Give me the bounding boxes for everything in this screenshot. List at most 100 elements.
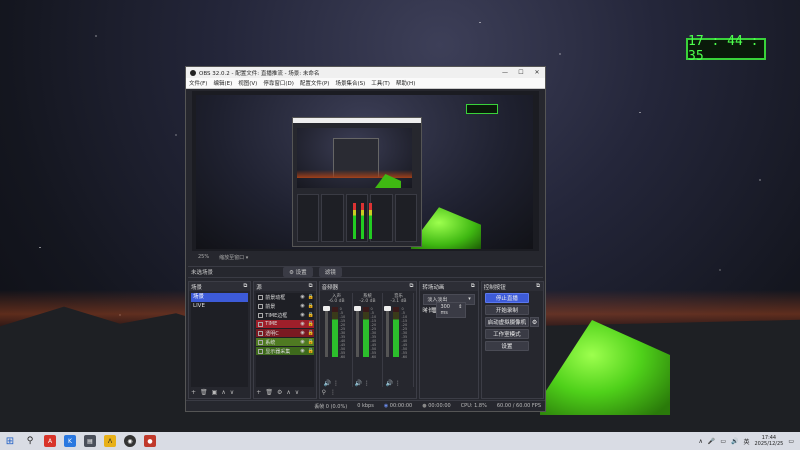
close-button[interactable]: ✕ <box>529 69 545 76</box>
start-button[interactable]: ⊞ <box>0 432 20 450</box>
menu-file[interactable]: 文件(F) <box>189 79 207 87</box>
visibility-eye-icon[interactable]: ◉ <box>300 339 306 345</box>
source-item[interactable]: 前景动框 ◉ 🔒 <box>256 293 314 301</box>
volume-fader[interactable] <box>355 307 359 357</box>
mixer-menu-icon[interactable]: ⋮ <box>330 389 336 396</box>
search-icon[interactable]: ⚲ <box>20 432 40 450</box>
taskbar: ⊞ ⚲ A K ▤ Λ ◉ ● ∧ 🎤 ▭ 🔊 英 17:44 2025/12/… <box>0 432 800 450</box>
settings-button[interactable]: 设置 <box>484 341 530 351</box>
remove-scene-button[interactable]: 🗑 <box>200 389 208 396</box>
taskbar-app-file-icon[interactable]: ▤ <box>80 432 100 450</box>
source-properties-button[interactable]: ⚙ <box>277 389 282 396</box>
visibility-eye-icon[interactable]: ◉ <box>300 330 306 336</box>
taskbar-app-acrobat-icon[interactable]: A <box>40 432 60 450</box>
visibility-eye-icon[interactable]: ◉ <box>300 348 306 354</box>
fader-knob[interactable] <box>384 306 392 311</box>
scene-filters-button[interactable]: ▣ <box>212 389 218 396</box>
mixer-link-icon[interactable]: ⚲ <box>322 389 326 396</box>
filters-button[interactable]: 滤镜 <box>318 267 342 277</box>
channel-menu-icon[interactable]: ⋮ <box>395 380 401 387</box>
dock-popout-icon[interactable]: ⧉ <box>409 283 413 290</box>
channel-menu-icon[interactable]: ⋮ <box>364 380 370 387</box>
lock-icon[interactable]: 🔒 <box>308 330 314 336</box>
visibility-eye-icon[interactable]: ◉ <box>300 303 306 309</box>
source-item[interactable]: TIME ◉ 🔒 <box>256 320 314 328</box>
fader-knob[interactable] <box>322 306 330 311</box>
start-recording-button[interactable]: 开始录制 <box>484 305 530 315</box>
network-icon[interactable]: ▭ <box>720 438 726 445</box>
duration-input[interactable]: 300 ms ⇕ <box>436 302 467 318</box>
preview-area[interactable] <box>192 91 539 251</box>
add-scene-button[interactable]: + <box>191 389 196 396</box>
minimize-button[interactable]: — <box>497 69 513 76</box>
volume-fader[interactable] <box>324 307 328 357</box>
volume-icon[interactable]: 🔊 <box>731 438 738 445</box>
source-item[interactable]: 前景 ◉ 🔒 <box>256 302 314 310</box>
remove-source-button[interactable]: 🗑 <box>265 389 273 396</box>
start-virtual-camera-button[interactable]: 启动虚拟摄像机 ⚙ <box>484 317 540 327</box>
taskbar-app-obs-icon[interactable]: ◉ <box>120 432 140 450</box>
dock-popout-icon[interactable]: ⧉ <box>536 283 540 290</box>
source-item[interactable]: TIME边框 ◉ 🔒 <box>256 311 314 319</box>
mixer-channels: 入声 -6.0 dB 0 -5 -10 -15 -20 -25 -30 -35 -40 -45 -50-… <box>322 293 415 387</box>
lock-icon[interactable]: 🔒 <box>308 312 314 318</box>
dock-popout-icon[interactable]: ⧉ <box>471 283 475 290</box>
virtual-camera-gear-icon[interactable]: ⚙ <box>530 317 540 327</box>
notification-icon[interactable]: ▭ <box>788 438 794 445</box>
lock-icon[interactable]: 🔒 <box>308 348 314 354</box>
dock-popout-icon[interactable]: ⧉ <box>309 283 313 290</box>
scene-item[interactable]: LIVE <box>191 302 248 311</box>
visibility-eye-icon[interactable]: ◉ <box>300 312 306 318</box>
source-label: 系统 <box>265 339 276 346</box>
menu-tools[interactable]: 工具(T) <box>371 79 390 87</box>
source-item[interactable]: 透明C ◉ 🔒 <box>256 329 314 337</box>
source-up-button[interactable]: ∧ <box>286 389 290 396</box>
lock-icon[interactable]: 🔒 <box>308 339 314 345</box>
lock-icon[interactable]: 🔒 <box>308 321 314 327</box>
menu-edit[interactable]: 编辑(E) <box>213 79 232 87</box>
visibility-eye-icon[interactable]: ◉ <box>300 294 306 300</box>
taskbar-app-blue-icon[interactable]: K <box>60 432 80 450</box>
meter-scale-label: -60 <box>401 355 408 359</box>
scene-item[interactable]: 场景 <box>191 293 249 302</box>
mute-speaker-icon[interactable]: 🔊 <box>324 380 331 387</box>
fader-knob[interactable] <box>353 306 361 311</box>
volume-fader[interactable] <box>386 307 390 357</box>
lock-icon[interactable]: 🔒 <box>308 303 314 309</box>
move-down-button[interactable]: ∨ <box>230 389 234 396</box>
tray-clock[interactable]: 17:44 2025/12/25 <box>755 435 784 447</box>
tray-expand-icon[interactable]: ∧ <box>698 438 702 445</box>
studio-mode-button[interactable]: 工作室模式 <box>484 329 530 339</box>
menu-scene-collection[interactable]: 场景集合(S) <box>335 79 365 87</box>
mixer-channel: 音乐 -3.1 dB 0 -5 -10 -15 -20 -25 -30 -35 -40 -45 -50-… <box>383 293 415 387</box>
source-down-button[interactable]: ∨ <box>295 389 299 396</box>
maximize-button[interactable]: ☐ <box>513 69 529 76</box>
source-item[interactable]: 显示器采集 ◉ 🔒 <box>256 347 314 355</box>
taskbar-app-red-icon[interactable]: ● <box>140 432 160 450</box>
source-settings-button[interactable]: ⚙ 设置 <box>283 267 313 277</box>
move-up-button[interactable]: ∧ <box>221 389 225 396</box>
stop-streaming-button[interactable]: 停止直播 <box>484 293 530 303</box>
source-type-icon <box>258 294 264 300</box>
zoom-fit-select[interactable]: 缩放至窗口 ▾ <box>219 254 248 261</box>
microphone-icon[interactable]: 🎤 <box>708 438 715 445</box>
lock-icon[interactable]: 🔒 <box>308 294 314 300</box>
mute-speaker-icon[interactable]: 🔊 <box>385 380 392 387</box>
windows-logo-icon: ⊞ <box>5 435 15 447</box>
source-type-icon <box>258 312 264 318</box>
input-language[interactable]: 英 <box>743 437 749 446</box>
source-item[interactable]: 系统 ◉ 🔒 <box>256 338 314 346</box>
menu-view[interactable]: 视图(V) <box>238 79 257 87</box>
preview-canvas[interactable] <box>196 95 533 249</box>
menu-docks[interactable]: 停靠窗口(D) <box>263 79 294 87</box>
meter-scale-label: -60 <box>370 355 377 359</box>
menu-help[interactable]: 帮助(H) <box>396 79 415 87</box>
menu-profile[interactable]: 配置文件(P) <box>300 79 330 87</box>
taskbar-app-yellow-icon[interactable]: Λ <box>100 432 120 450</box>
channel-menu-icon[interactable]: ⋮ <box>333 380 339 387</box>
zoom-level[interactable]: 25% <box>198 254 209 260</box>
dock-popout-icon[interactable]: ⧉ <box>243 283 247 290</box>
mute-speaker-icon[interactable]: 🔊 <box>355 380 362 387</box>
visibility-eye-icon[interactable]: ◉ <box>300 321 306 327</box>
add-source-button[interactable]: + <box>256 389 261 396</box>
